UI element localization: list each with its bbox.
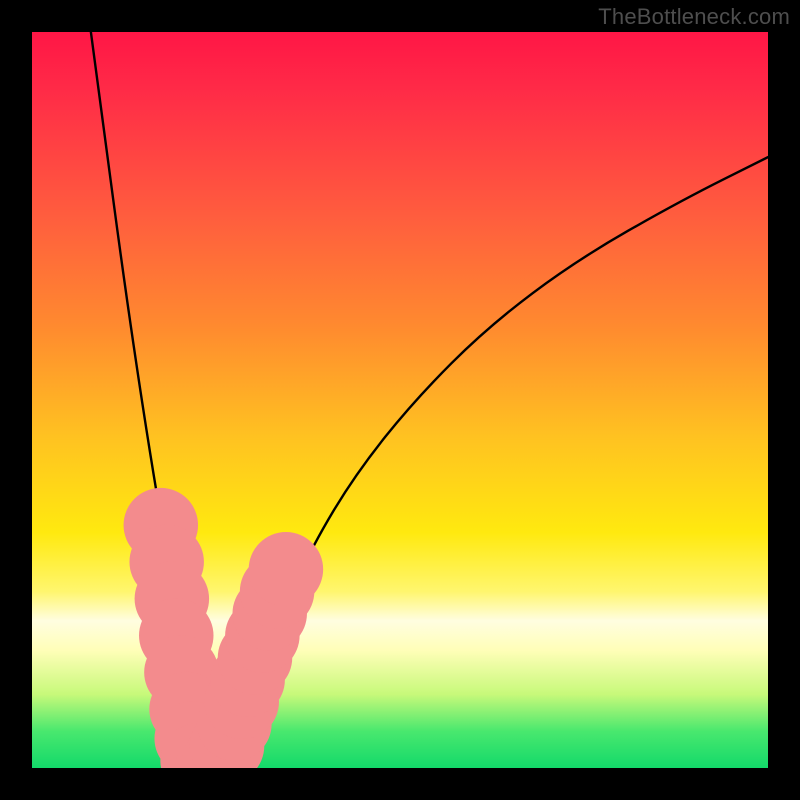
pink-dot xyxy=(249,532,323,606)
watermark-text: TheBottleneck.com xyxy=(598,4,790,30)
pink-dots-group xyxy=(124,488,324,768)
chart-frame: TheBottleneck.com xyxy=(0,0,800,800)
chart-overlay xyxy=(32,32,768,768)
